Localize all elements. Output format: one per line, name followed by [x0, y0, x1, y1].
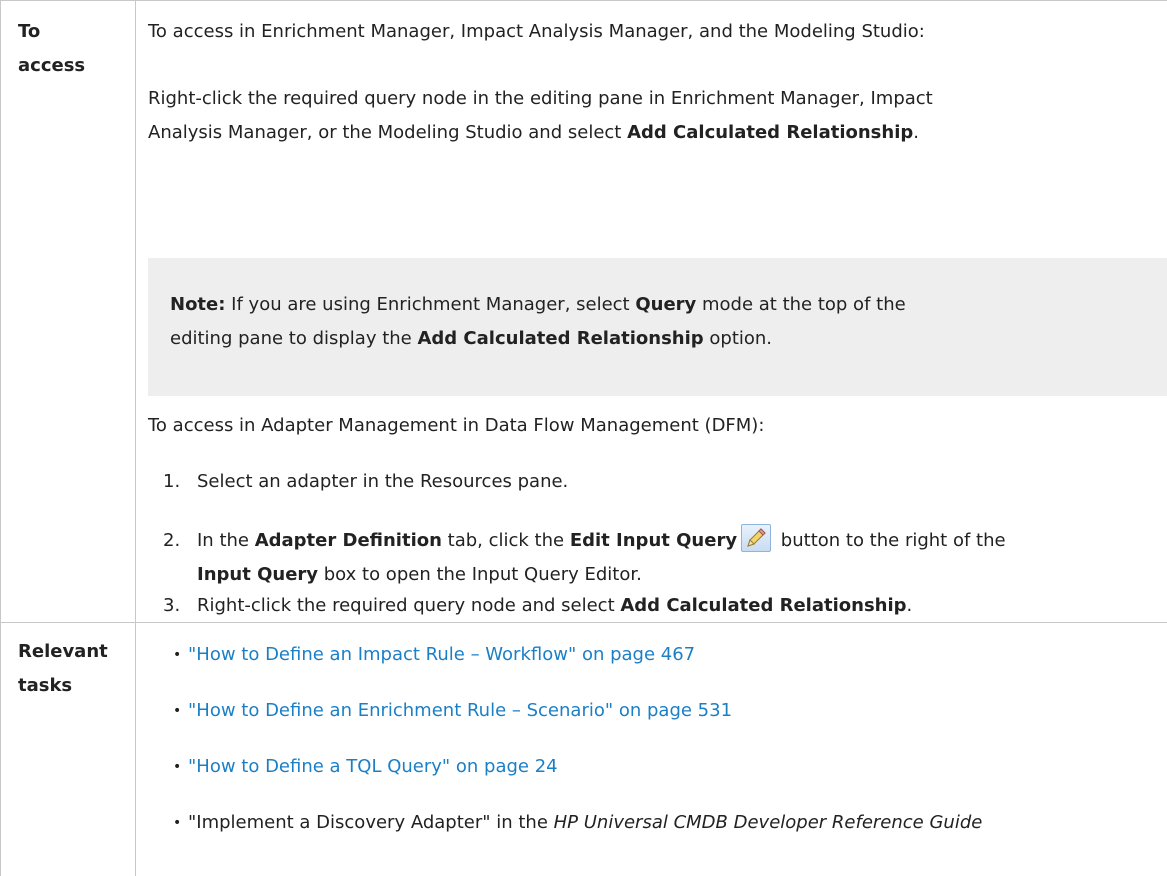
note-label: Note: — [170, 294, 226, 315]
table-top-border — [0, 0, 1167, 1]
right-click-instructions: Right-click the required query node in t… — [148, 88, 933, 143]
task-link-impact-rule[interactable]: "How to Define an Impact Rule – Workflow… — [188, 641, 695, 669]
bullet-icon: • — [173, 759, 182, 775]
note-text: Note: If you are using Enrichment Manage… — [170, 294, 906, 349]
task-discovery-adapter: "Implement a Discovery Adapter" in the H… — [188, 812, 983, 833]
note-box: Note: If you are using Enrichment Manage… — [148, 258, 1167, 396]
pencil-edit-icon — [741, 524, 772, 552]
info-table: To access To access in Enrichment Manage… — [0, 0, 1167, 876]
task-link-tql-query[interactable]: "How to Define a TQL Query" on page 24 — [188, 753, 558, 781]
to-access-label: To access — [18, 21, 86, 76]
access-intro: To access in Enrichment Manager, Impact … — [148, 21, 925, 42]
step-2: 2. In the Adapter Definition tab, click t… — [163, 524, 1006, 592]
table-left-border — [0, 0, 1, 876]
task-link-enrichment-rule[interactable]: "How to Define an Enrichment Rule – Scen… — [188, 697, 732, 725]
bullet-icon: • — [173, 647, 182, 663]
step-3: 3. Right-click the required query node an… — [163, 595, 913, 616]
row-divider — [0, 622, 1167, 623]
relevant-tasks-label: Relevant tasks — [18, 641, 108, 696]
bullet-icon: • — [173, 815, 182, 831]
dfm-intro: To access in Adapter Management in Data … — [148, 415, 765, 436]
step-1: 1. Select an adapter in the Resources pan… — [163, 471, 569, 492]
bullet-icon: • — [173, 703, 182, 719]
column-divider — [135, 0, 136, 876]
